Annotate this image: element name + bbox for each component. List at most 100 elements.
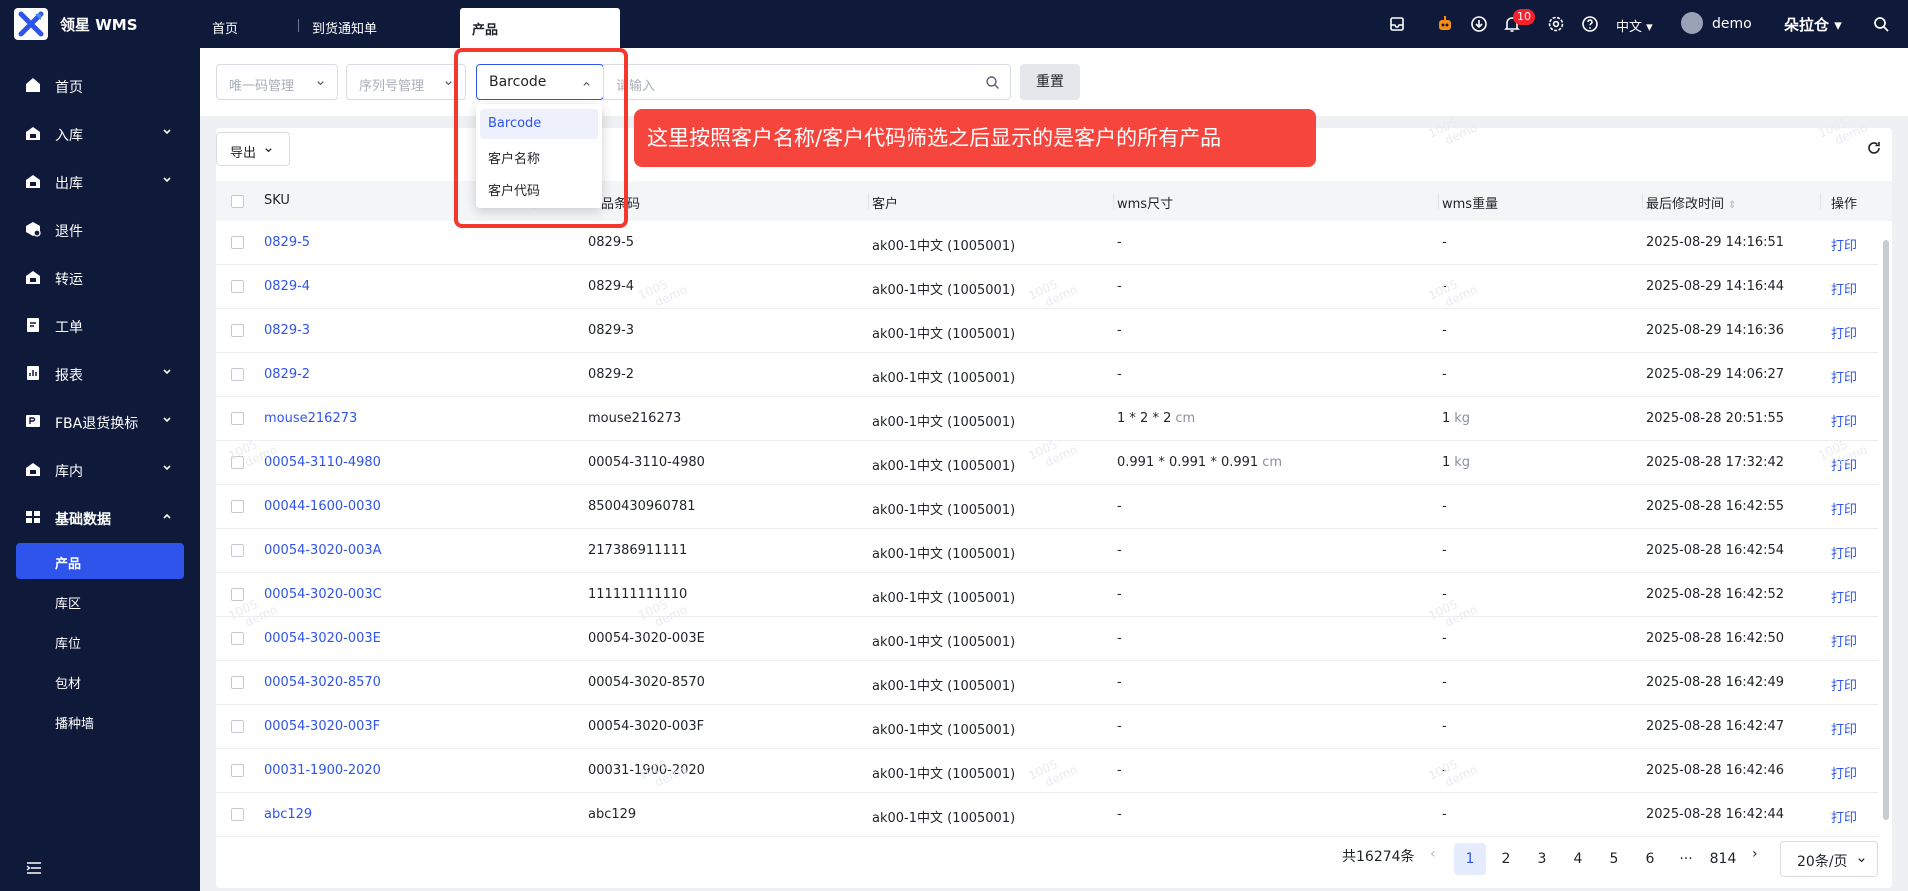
column-header-wms-size[interactable]: wms尺寸 xyxy=(1117,193,1173,212)
page-size-select[interactable]: 20条/页 xyxy=(1780,841,1878,877)
refresh-icon[interactable] xyxy=(1867,141,1881,155)
tab-products[interactable]: 产品 xyxy=(460,8,620,48)
table-row[interactable]: 0829-2 0829-2 ak00-1中文 (1005001) - - 2025-08-… xyxy=(216,353,1878,397)
scrollbar-thumb[interactable] xyxy=(1883,240,1889,820)
page-2[interactable]: 2 xyxy=(1490,843,1522,875)
table-row[interactable]: abc129 abc129 ak00-1中文 (1005001) - - 2025-08-… xyxy=(216,793,1878,837)
row-checkbox[interactable] xyxy=(231,544,244,557)
sidebar-item-basic-data[interactable]: 基础数据 xyxy=(0,497,200,537)
export-button[interactable]: 导出 xyxy=(216,132,290,166)
search-input[interactable]: 请输入 xyxy=(603,64,1011,100)
print-link[interactable]: 打印 xyxy=(1831,411,1857,430)
page-ellipsis[interactable]: ··· xyxy=(1670,843,1702,875)
page-6[interactable]: 6 xyxy=(1634,843,1666,875)
cell-sku[interactable]: 00054-3110-4980 xyxy=(264,455,381,470)
sidebar-item-inbound[interactable]: 入库 xyxy=(0,113,200,153)
table-row[interactable]: 00054-3020-003E 00054-3020-003E ak00-1中文 (… xyxy=(216,617,1878,661)
settings-icon[interactable] xyxy=(1547,15,1565,33)
sidebar-subitem-zones[interactable]: 库区 xyxy=(16,583,184,619)
column-header-sku[interactable]: SKU xyxy=(264,193,290,208)
sidebar-item-reports[interactable]: 报表 xyxy=(0,353,200,393)
search-icon[interactable] xyxy=(985,75,1000,90)
menu-collapse-icon[interactable] xyxy=(26,860,42,876)
reset-button[interactable]: 重置 xyxy=(1020,64,1080,100)
row-checkbox[interactable] xyxy=(231,280,244,293)
language-selector[interactable]: 中文 ▾ xyxy=(1616,16,1653,35)
page-5[interactable]: 5 xyxy=(1598,843,1630,875)
search-icon[interactable] xyxy=(1872,15,1890,33)
row-checkbox[interactable] xyxy=(231,764,244,777)
sidebar-subitem-products[interactable]: 产品 xyxy=(16,543,184,579)
page-1[interactable]: 1 xyxy=(1454,843,1486,875)
avatar[interactable] xyxy=(1681,12,1703,34)
sidebar-item-outbound[interactable]: 出库 xyxy=(0,161,200,201)
unique-code-select[interactable]: 唯一码管理 xyxy=(216,64,338,100)
page-3[interactable]: 3 xyxy=(1526,843,1558,875)
cell-sku[interactable]: 0829-3 xyxy=(264,323,310,338)
table-row[interactable]: mouse216273 mouse216273 ak00-1中文 (1005001)… xyxy=(216,397,1878,441)
user-name[interactable]: demo xyxy=(1712,16,1752,32)
print-link[interactable]: 打印 xyxy=(1831,499,1857,518)
sidebar-item-inventory[interactable]: 库内 xyxy=(0,449,200,489)
row-checkbox[interactable] xyxy=(231,588,244,601)
download-icon[interactable] xyxy=(1470,15,1488,33)
sidebar-subitem-sorting-wall[interactable]: 播种墙 xyxy=(16,703,184,739)
sidebar-item-home[interactable]: 首页 xyxy=(0,65,200,105)
cell-sku[interactable]: mouse216273 xyxy=(264,411,357,426)
sidebar-subitem-locations[interactable]: 库位 xyxy=(16,623,184,659)
serial-number-select[interactable]: 序列号管理 xyxy=(346,64,466,100)
print-link[interactable]: 打印 xyxy=(1831,323,1857,342)
table-row[interactable]: 00054-3020-003C 111111111110 ak00-1中文 (100… xyxy=(216,573,1878,617)
table-row[interactable]: 00044-1600-0030 8500430960781 ak00-1中文 (10… xyxy=(216,485,1878,529)
cell-sku[interactable]: abc129 xyxy=(264,807,312,822)
print-link[interactable]: 打印 xyxy=(1831,367,1857,386)
cell-sku[interactable]: 00054-3020-003C xyxy=(264,587,382,602)
next-page-icon[interactable]: › xyxy=(1752,846,1758,862)
app-logo[interactable] xyxy=(14,8,48,40)
help-icon[interactable] xyxy=(1581,15,1599,33)
cell-sku[interactable]: 00044-1600-0030 xyxy=(264,499,381,514)
sort-icon[interactable]: ⇕ xyxy=(1728,200,1736,211)
sidebar-item-workorder[interactable]: 工单 xyxy=(0,305,200,345)
table-row[interactable]: 0829-3 0829-3 ak00-1中文 (1005001) - - 2025-08-… xyxy=(216,309,1878,353)
cell-sku[interactable]: 0829-2 xyxy=(264,367,310,382)
page-4[interactable]: 4 xyxy=(1562,843,1594,875)
row-checkbox[interactable] xyxy=(231,368,244,381)
sidebar-item-transfer[interactable]: 转运 xyxy=(0,257,200,297)
column-header-wms-weight[interactable]: wms重量 xyxy=(1442,193,1498,212)
print-link[interactable]: 打印 xyxy=(1831,279,1857,298)
cell-sku[interactable]: 00054-3020-003E xyxy=(264,631,381,646)
row-checkbox[interactable] xyxy=(231,808,244,821)
print-link[interactable]: 打印 xyxy=(1831,235,1857,254)
cell-sku[interactable]: 00054-3020-003F xyxy=(264,719,380,734)
print-link[interactable]: 打印 xyxy=(1831,587,1857,606)
box-icon[interactable] xyxy=(1388,15,1406,33)
page-last[interactable]: 814 xyxy=(1706,843,1740,875)
tab-arrival-notice[interactable]: 到货通知单 xyxy=(312,18,377,37)
table-row[interactable]: 00054-3020-8570 00054-3020-8570 ak00-1中文 (… xyxy=(216,661,1878,705)
cell-sku[interactable]: 00054-3020-8570 xyxy=(264,675,381,690)
sidebar-subitem-packaging[interactable]: 包材 xyxy=(16,663,184,699)
column-header-customer[interactable]: 客户 xyxy=(872,193,898,212)
warehouse-selector[interactable]: 朵拉仓 ▾ xyxy=(1784,14,1842,35)
row-checkbox[interactable] xyxy=(231,676,244,689)
table-row[interactable]: 00054-3020-003F 00054-3020-003F ak00-1中文 (… xyxy=(216,705,1878,749)
print-link[interactable]: 打印 xyxy=(1831,631,1857,650)
row-checkbox[interactable] xyxy=(231,236,244,249)
row-checkbox[interactable] xyxy=(231,500,244,513)
prev-page-icon[interactable]: ‹ xyxy=(1430,846,1436,862)
print-link[interactable]: 打印 xyxy=(1831,675,1857,694)
sidebar-item-returns[interactable]: 退件 xyxy=(0,209,200,249)
print-link[interactable]: 打印 xyxy=(1831,543,1857,562)
row-checkbox[interactable] xyxy=(231,412,244,425)
cell-sku[interactable]: 0829-5 xyxy=(264,235,310,250)
cell-sku[interactable]: 00031-1900-2020 xyxy=(264,763,381,778)
sidebar-item-fba[interactable]: FBA退货换标 xyxy=(0,401,200,441)
robot-icon[interactable] xyxy=(1436,15,1454,33)
select-all-checkbox[interactable] xyxy=(231,195,244,208)
column-header-modified-time[interactable]: 最后修改时间 ⇕ xyxy=(1646,193,1737,212)
print-link[interactable]: 打印 xyxy=(1831,719,1857,738)
print-link[interactable]: 打印 xyxy=(1831,807,1857,826)
row-checkbox[interactable] xyxy=(231,324,244,337)
cell-sku[interactable]: 0829-4 xyxy=(264,279,310,294)
